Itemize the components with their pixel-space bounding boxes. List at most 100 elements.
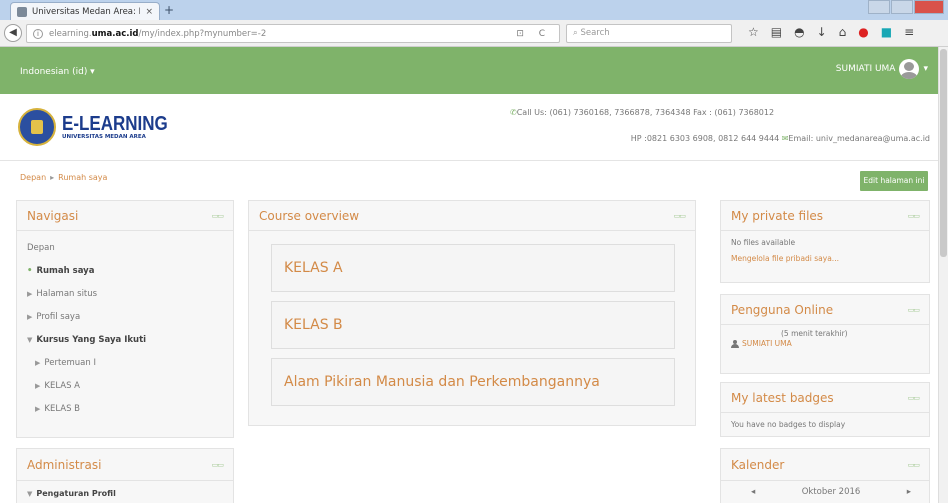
navigation-title: Navigasi [27,208,79,223]
dock-icon[interactable]: ▭▭ [674,212,686,220]
bullet-icon: • [27,266,33,276]
collapse-arrow-icon: ▼ [27,490,33,498]
bookmark-star-icon[interactable]: ☆ [748,25,759,39]
chevron-down-icon: ▾ [923,64,928,74]
phone-icon: ✆ [510,108,517,117]
no-badges-text: You have no badges to display [731,420,846,429]
breadcrumb-separator: ▸ [50,173,55,182]
back-arrow-icon[interactable]: ◀ [4,24,22,42]
dock-icon[interactable]: ▭▭ [908,306,920,314]
breadcrumb-current[interactable]: Rumah saya [58,173,107,182]
online-period: (5 menit terakhir) [781,329,848,338]
nav-item-pengaturan-profil[interactable]: ▼ Pengaturan Profil [27,489,223,498]
favicon-icon [17,6,27,17]
expand-arrow-icon: ▶ [35,382,41,390]
expand-arrow-icon: ▶ [27,290,33,298]
site-header: E-LEARNING UNIVERSITAS MEDAN AREA ✆Call … [0,94,938,160]
browser-tab-bar: Universitas Medan Area: R... × + [0,0,948,20]
window-controls [867,0,944,14]
user-name: SUMIATI UMA [835,64,896,74]
user-icon [731,339,739,348]
browser-navigation-bar: ◀ i elearning. uma.ac.id/my/index.php?myn… [0,20,948,47]
url-path: /my/index.php?mynumber=-2 [138,28,267,39]
extension-icon[interactable]: ■ [881,25,892,39]
url-bar[interactable]: i elearning. uma.ac.id/my/index.php?mynum… [26,24,560,43]
adblock-icon[interactable]: ● [858,25,868,39]
course-item[interactable]: KELAS A [271,244,675,292]
expand-arrow-icon: ▶ [35,359,41,367]
nav-item-rumah-saya[interactable]: • Rumah saya [27,260,223,283]
nav-item-profil-saya[interactable]: ▶ Profil saya [27,306,223,329]
breadcrumb-row: Depan ▸ Rumah saya Edit halaman ini [0,160,938,200]
expand-arrow-icon: ▶ [27,313,33,321]
administration-title: Administrasi [27,457,102,472]
breadcrumb-home[interactable]: Depan [20,173,46,182]
browser-tab[interactable]: Universitas Medan Area: R... × [10,2,160,20]
breadcrumb: Depan ▸ Rumah saya [20,173,107,182]
calendar-block: Kalender ▭▭ ◂ Oktober 2016 ▸ [720,448,930,503]
browser-toolbar-icons: ☆ ▤ ◓ ↓ ⌂ ● ■ ≡ [748,25,914,39]
contact-mobile-email: HP :0821 6303 6908, 0812 644 9444 ✉Email… [630,134,930,143]
download-icon[interactable]: ↓ [817,25,827,39]
user-menu[interactable]: SUMIATI UMA ▾ [836,59,928,79]
nav-item-kursus[interactable]: ▼ Kursus Yang Saya Ikuti [27,329,223,352]
dock-icon[interactable]: ▭▭ [212,212,224,220]
university-seal-icon [18,108,56,146]
course-item[interactable]: KELAS B [271,301,675,349]
private-files-block: My private files ▭▭ No files available M… [720,200,930,283]
language-menu[interactable]: Indonesian (id) ▾ [20,67,95,77]
avatar [899,59,920,79]
page-scrollbar[interactable] [938,47,948,503]
site-logo[interactable]: E-LEARNING UNIVERSITAS MEDAN AREA [18,108,186,146]
online-user[interactable]: SUMIATI UMA [731,339,919,348]
course-item[interactable]: Alam Pikiran Manusia dan Perkembangannya [271,358,675,406]
calendar-month: Oktober 2016 [801,487,861,497]
new-tab-button[interactable]: + [164,3,174,17]
clipboard-icon[interactable]: ▤ [771,25,782,39]
browser-search-input[interactable]: ⌕ Search [566,24,732,43]
tab-title: Universitas Medan Area: R... [32,6,141,17]
nav-item-kelas-a[interactable]: ▶ KELAS A [27,375,223,398]
course-overview-title: Course overview [259,208,360,223]
course-overview-block: Course overview ▭▭ KELAS A KELAS B Alam … [248,200,696,426]
calendar-prev-icon[interactable]: ◂ [751,487,755,497]
navigation-block: Navigasi ▭▭ Depan • Rumah saya ▶ Halaman s… [16,200,234,438]
collapse-arrow-icon: ▼ [27,336,33,344]
tab-close-icon[interactable]: × [145,7,153,17]
url-prefix: elearning. [49,28,92,39]
edit-page-button[interactable]: Edit halaman ini [860,171,928,191]
reader-reload-icons[interactable]: ⊡ C [516,29,551,39]
badges-title: My latest badges [731,390,834,405]
nav-item-pertemuan[interactable]: ▶ Pertemuan I [27,352,223,375]
manage-files-link[interactable]: Mengelola file pribadi saya... [731,251,919,267]
info-icon[interactable]: i [33,28,43,39]
calendar-title: Kalender [731,457,785,472]
pocket-icon[interactable]: ◓ [794,25,804,39]
nav-item-halaman-situs[interactable]: ▶ Halaman situs [27,283,223,306]
online-users-block: Pengguna Online ▭▭ (5 menit terakhir) SU… [720,294,930,374]
nav-item-kelas-b[interactable]: ▶ KELAS B [27,398,223,421]
menu-icon[interactable]: ≡ [904,25,914,39]
dock-icon[interactable]: ▭▭ [908,461,920,469]
dock-icon[interactable]: ▭▭ [212,461,224,469]
administration-block: Administrasi ▭▭ ▼ Pengaturan Profil [16,448,234,503]
home-icon[interactable]: ⌂ [839,25,847,39]
online-users-title: Pengguna Online [731,302,834,317]
dock-icon[interactable]: ▭▭ [908,394,920,402]
minimize-button[interactable] [868,0,890,14]
no-files-text: No files available [731,238,796,247]
contact-phone: ✆Call Us: (061) 7360168, 7366878, 736434… [510,108,775,117]
close-window-button[interactable] [914,0,944,14]
search-placeholder: Search [580,28,610,38]
scrollbar-thumb[interactable] [940,49,947,257]
calendar-navigation: ◂ Oktober 2016 ▸ [751,487,911,497]
nav-item-depan[interactable]: Depan [27,237,223,260]
expand-arrow-icon: ▶ [35,405,41,413]
dock-icon[interactable]: ▭▭ [908,212,920,220]
calendar-next-icon[interactable]: ▸ [907,487,911,497]
badges-block: My latest badges ▭▭ You have no badges t… [720,382,930,437]
url-host: uma.ac.id [91,28,139,39]
private-files-title: My private files [731,208,824,223]
maximize-button[interactable] [891,0,913,14]
brand-title: E-LEARNING [62,113,168,135]
